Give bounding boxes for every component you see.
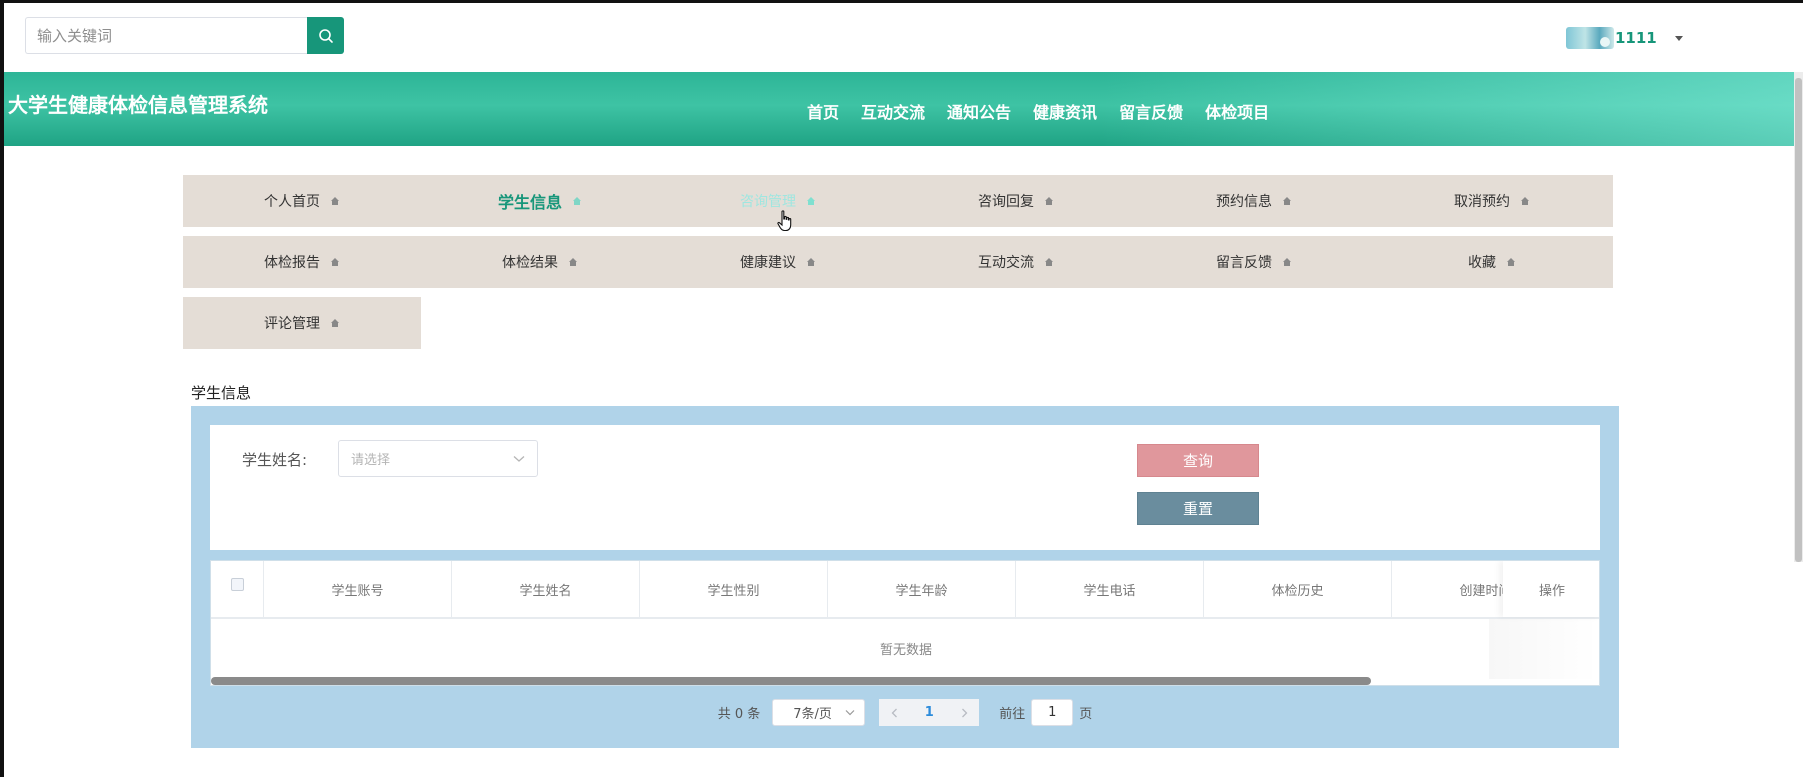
- page-size-select[interactable]: 7条/页: [772, 699, 866, 726]
- menu-row-3: 评论管理: [183, 297, 421, 349]
- menu-row-1: 个人首页 学生信息 咨询管理 咨询回复 预约信息 取消预约: [183, 175, 1613, 227]
- caret-down-icon[interactable]: [1674, 35, 1683, 41]
- column-header[interactable]: 学生账号: [264, 561, 452, 617]
- chevron-down-icon: [845, 710, 855, 716]
- student-name-select[interactable]: 请选择: [338, 440, 538, 477]
- page-number-button[interactable]: 1: [909, 699, 950, 726]
- chevron-left-icon: [891, 708, 897, 717]
- table-header: 学生账号 学生姓名 学生性别 学生年龄 学生电话 体检历史 创建时间 操作: [211, 561, 1599, 619]
- nav-checkup-items[interactable]: 体检项目: [1205, 99, 1269, 123]
- chevron-right-icon: [961, 708, 968, 717]
- select-placeholder: 请选择: [351, 453, 391, 468]
- house-icon: [807, 197, 815, 205]
- filter-form: 学生姓名: 请选择 查询 重置: [210, 425, 1600, 550]
- data-table: 学生账号 学生姓名 学生性别 学生年龄 学生电话 体检历史 创建时间 操作 暂无…: [210, 560, 1600, 686]
- select-all-checkbox[interactable]: [230, 578, 244, 591]
- goto-label: 前往: [999, 707, 1026, 722]
- main-nav: 首页 互动交流 通知公告 健康资讯 留言反馈 体检项目: [807, 99, 1291, 123]
- search-bar: [25, 17, 344, 54]
- reset-button[interactable]: 重置: [1137, 492, 1259, 525]
- nav-feedback[interactable]: 留言反馈: [1119, 99, 1183, 123]
- next-page-button[interactable]: [949, 699, 980, 726]
- column-header[interactable]: 学生年龄: [828, 561, 1016, 617]
- page-scrollbar-thumb[interactable]: [1795, 78, 1802, 562]
- search-input[interactable]: [25, 17, 307, 54]
- house-icon: [569, 258, 577, 266]
- prev-page-button[interactable]: [879, 699, 910, 726]
- content-panel: 学生姓名: 请选择 查询 重置 学生账号 学生姓名 学生性别 学生年龄 学生电话…: [191, 406, 1619, 748]
- column-header[interactable]: 学生性别: [640, 561, 828, 617]
- column-header[interactable]: 学生姓名: [452, 561, 640, 617]
- goto-page-input[interactable]: [1031, 699, 1074, 726]
- section-title: 学生信息: [191, 384, 252, 402]
- action-column-header: 操作: [1503, 561, 1599, 617]
- house-icon: [807, 258, 815, 266]
- username: 1111: [1615, 29, 1657, 47]
- house-icon: [1045, 258, 1053, 266]
- search-icon: [318, 28, 333, 43]
- menu-item-favorites[interactable]: 收藏: [1373, 236, 1611, 288]
- house-icon: [331, 197, 339, 205]
- app-window: 1111 大学生健康体检信息管理系统 首页 互动交流 通知公告 健康资讯 留言反…: [0, 0, 1803, 777]
- house-icon: [331, 258, 339, 266]
- menu-row-2: 体检报告 体检结果 健康建议 互动交流 留言反馈 收藏: [183, 236, 1613, 288]
- site-header: 大学生健康体检信息管理系统 首页 互动交流 通知公告 健康资讯 留言反馈 体检项…: [4, 72, 1799, 146]
- nav-home[interactable]: 首页: [807, 99, 839, 123]
- student-name-label: 学生姓名:: [242, 451, 308, 469]
- house-icon: [1283, 197, 1291, 205]
- menu-item-health-advice[interactable]: 健康建议: [659, 236, 897, 288]
- menu-item-checkup-result[interactable]: 体检结果: [421, 236, 659, 288]
- house-icon: [1283, 258, 1291, 266]
- chevron-down-icon: [513, 455, 525, 462]
- house-icon: [1521, 197, 1529, 205]
- column-header[interactable]: 学生电话: [1016, 561, 1204, 617]
- query-button[interactable]: 查询: [1137, 444, 1259, 477]
- page-suffix: 页: [1079, 707, 1093, 722]
- menu-item-personal-home[interactable]: 个人首页: [183, 175, 421, 227]
- house-icon: [1507, 258, 1515, 266]
- total-count: 共 0 条: [717, 707, 761, 722]
- nav-notice[interactable]: 通知公告: [947, 99, 1011, 123]
- top-bar: 1111: [4, 3, 1803, 72]
- user-menu[interactable]: 1111: [1566, 27, 1683, 49]
- pagination: 共 0 条 7条/页 1 前往 页: [191, 699, 1619, 726]
- select-all-cell: [211, 561, 264, 617]
- site-title: 大学生健康体检信息管理系统: [8, 93, 268, 117]
- menu-item-forum[interactable]: 互动交流: [897, 236, 1135, 288]
- menu-item-student-info[interactable]: 学生信息: [421, 175, 659, 227]
- search-button[interactable]: [307, 17, 344, 54]
- menu-item-cancel-appointment[interactable]: 取消预约: [1373, 175, 1611, 227]
- hand-pointer-icon: [777, 210, 792, 232]
- menu-item-consult-reply[interactable]: 咨询回复: [897, 175, 1135, 227]
- house-icon: [573, 197, 581, 205]
- table-horizontal-scrollbar[interactable]: [211, 677, 1371, 685]
- menu-item-comment-manage[interactable]: 评论管理: [183, 297, 421, 349]
- menu-item-feedback[interactable]: 留言反馈: [1135, 236, 1373, 288]
- house-icon: [1045, 197, 1053, 205]
- nav-forum[interactable]: 互动交流: [861, 99, 925, 123]
- nav-health-news[interactable]: 健康资讯: [1033, 99, 1097, 123]
- house-icon: [331, 319, 339, 327]
- menu-item-checkup-report[interactable]: 体检报告: [183, 236, 421, 288]
- avatar: [1566, 27, 1614, 49]
- empty-state: 暂无数据: [879, 643, 932, 658]
- menu-item-appointment-info[interactable]: 预约信息: [1135, 175, 1373, 227]
- column-header[interactable]: 体检历史: [1204, 561, 1392, 617]
